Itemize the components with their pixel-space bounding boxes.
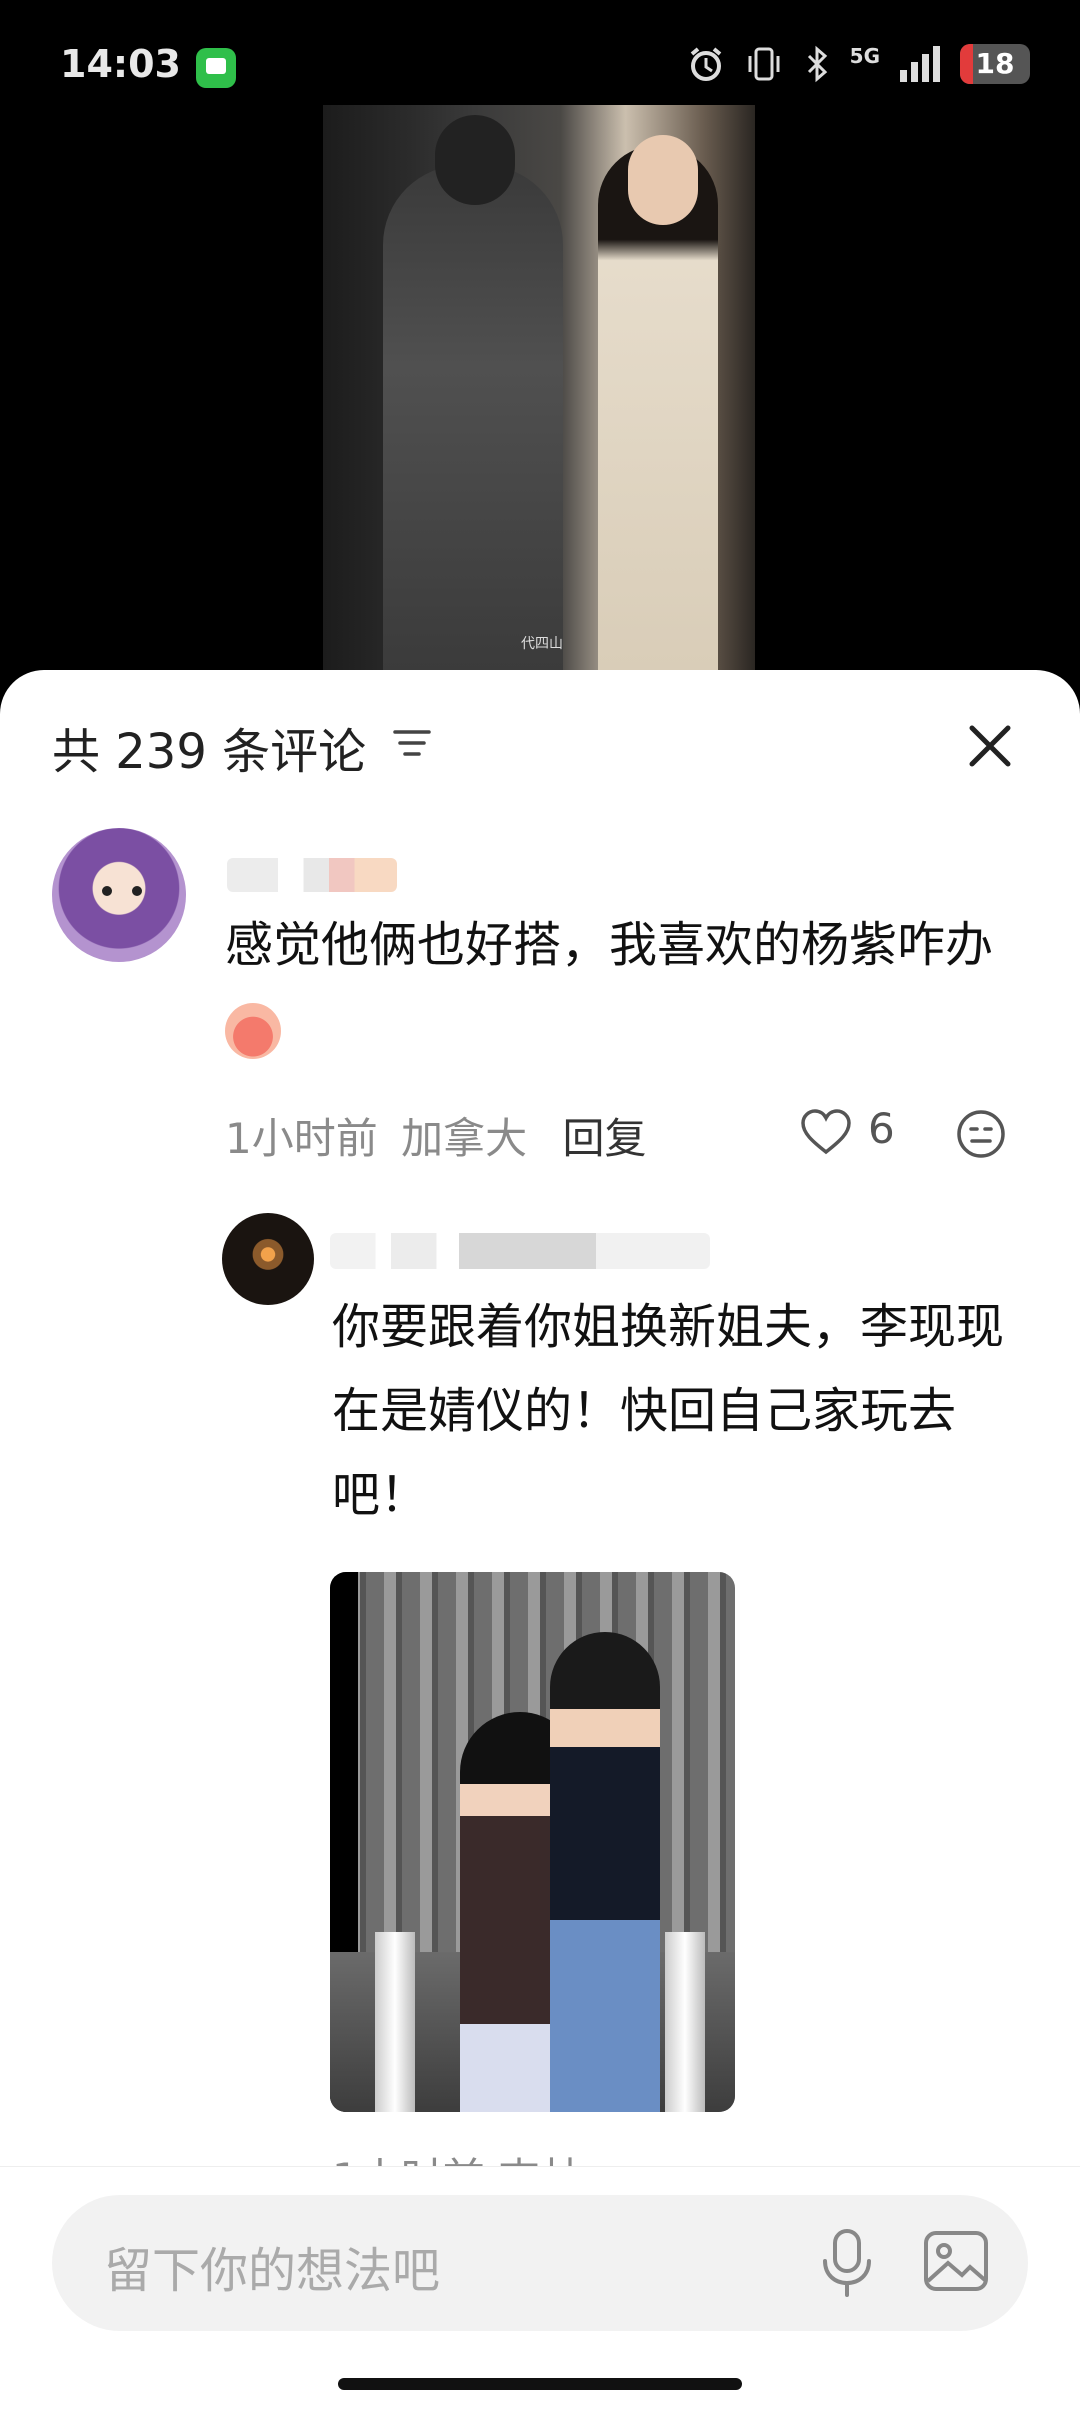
comment-location: 加拿大 (401, 1114, 528, 1163)
reply-attached-image[interactable] (330, 1572, 735, 2112)
message-notification-icon (196, 48, 236, 88)
input-placeholder: 留下你的想法吧 (104, 2243, 441, 2299)
bluetooth-icon (807, 45, 827, 83)
battery-indicator: 18 (960, 44, 1030, 84)
like-count: 6 (868, 1104, 895, 1153)
signal-icon (900, 46, 940, 82)
close-icon[interactable] (960, 716, 1020, 776)
clock: 14:03 (60, 42, 181, 86)
reply-username-blurred[interactable] (330, 1233, 710, 1269)
reply-button[interactable]: 回复 (562, 1114, 646, 1163)
comment-meta: 1小时前 加拿大 回复 (225, 1105, 646, 1166)
home-indicator[interactable] (338, 2378, 742, 2390)
comment-input[interactable]: 留下你的想法吧 (52, 2195, 1028, 2331)
comment-input-bar: 留下你的想法吧 (0, 2166, 1080, 2357)
reply-avatar[interactable] (222, 1213, 314, 1305)
comment-time: 1小时前 (225, 1114, 378, 1163)
comment-count-title: 共 239 条评论 (52, 724, 367, 780)
filter-lines-icon[interactable] (392, 726, 432, 760)
avatar[interactable] (52, 828, 186, 962)
username-blurred[interactable] (227, 858, 397, 892)
emoji-reaction-icon[interactable] (955, 1108, 1007, 1160)
microphone-icon[interactable] (812, 2225, 882, 2301)
comment-text: 感觉他俩也好搭，我喜欢的杨紫咋办 (225, 900, 1005, 1080)
image-picker-icon[interactable] (920, 2225, 992, 2297)
reply-text: 你要跟着你姐换新姐夫，李现现在是婧仪的！快回自己家玩去吧！ (332, 1299, 1005, 1523)
navigation-area (0, 2356, 1080, 2412)
video-preview[interactable]: 代四山 (323, 105, 755, 670)
battery-percent: 18 (975, 47, 1015, 80)
comment-header: 共 239 条评论 (0, 670, 1080, 820)
network-type: 5G (849, 44, 880, 68)
video-watermark: 代四山 (521, 636, 563, 652)
alarm-icon (690, 47, 721, 81)
heart-icon[interactable] (800, 1108, 852, 1156)
system-icons: 5G 18 (686, 42, 1030, 86)
vibrate-icon (748, 47, 780, 81)
crying-emoji-icon (225, 1003, 281, 1059)
